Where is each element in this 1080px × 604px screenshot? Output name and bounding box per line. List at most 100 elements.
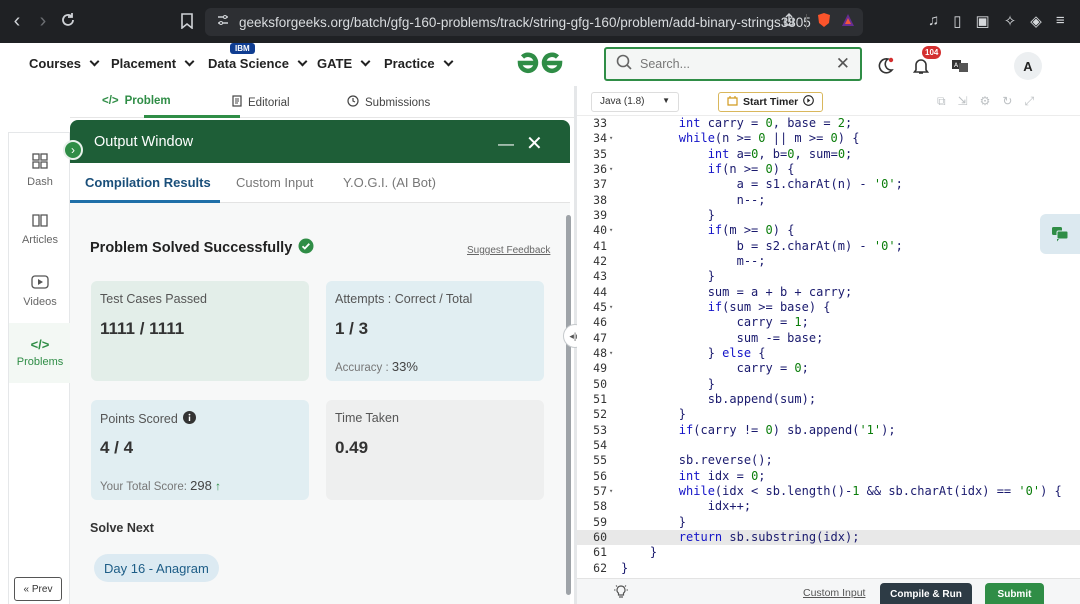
collapse-toggle-icon[interactable]: › xyxy=(63,140,83,160)
code-line[interactable]: 45 ▾ if(sum >= base) { xyxy=(577,300,1080,315)
forward-icon[interactable]: › xyxy=(30,10,56,33)
code-line[interactable]: 60 return sb.substring(idx); xyxy=(577,529,1080,546)
total-score-value: 298 xyxy=(190,478,212,493)
code-editor[interactable]: 33 int carry = 0, base = 2; 34 ▾ while(n >… xyxy=(577,116,1080,578)
search-input[interactable]: Search... ✕ xyxy=(604,47,862,81)
code-line[interactable]: 55 sb.reverse(); xyxy=(577,453,1080,468)
fold-arrow-icon[interactable]: ▾ xyxy=(609,131,613,146)
next-problem-chip[interactable]: Day 16 - Anagram xyxy=(94,554,219,582)
fold-arrow-icon[interactable]: ▾ xyxy=(609,346,613,361)
gfg-logo[interactable] xyxy=(512,47,568,84)
code-line[interactable]: 36 ▾ if(n >= 0) { xyxy=(577,162,1080,177)
code-line[interactable]: 34 ▾ while(n >= 0 || m >= 0) { xyxy=(577,131,1080,146)
tab-compilation-results[interactable]: Compilation Results xyxy=(85,175,211,190)
code-line[interactable]: 44 sum = a + b + carry; xyxy=(577,285,1080,300)
music-icon[interactable]: ♫ xyxy=(928,12,939,30)
site-settings-icon[interactable] xyxy=(217,13,229,31)
code-line[interactable]: 51 sb.append(sum); xyxy=(577,392,1080,407)
sidebar-toggle-icon[interactable]: ▯ xyxy=(953,12,961,30)
sidebar-item-dash[interactable]: Dash xyxy=(9,153,71,188)
menu-gate[interactable]: GATE xyxy=(317,56,371,71)
sidebar-item-videos[interactable]: Videos xyxy=(9,275,71,308)
code-line[interactable]: 53 if(carry != 0) sb.append('1'); xyxy=(577,423,1080,438)
rewards-triangle-icon[interactable] xyxy=(841,13,855,32)
code-line[interactable]: 40 ▾ if(m >= 0) { xyxy=(577,223,1080,238)
chat-icon[interactable] xyxy=(1040,214,1080,254)
prev-button[interactable]: « Prev xyxy=(14,577,62,601)
menu-data-science[interactable]: Data Science xyxy=(208,56,308,71)
close-icon[interactable]: ✕ xyxy=(526,131,543,156)
leo-ai-icon[interactable]: ✧ xyxy=(1004,12,1017,30)
tab-submissions[interactable]: Submissions xyxy=(347,95,430,110)
code-line[interactable]: 43 } xyxy=(577,269,1080,284)
language-select[interactable]: Java (1.8) ▼ xyxy=(591,92,679,112)
attempts-card: Attempts : Correct / Total 1 / 3 Accurac… xyxy=(326,281,544,381)
address-bar[interactable]: geeksforgeeks.org/batch/gfg-160-problems… xyxy=(205,8,863,36)
output-window-header: Output Window — ✕ xyxy=(70,120,570,163)
fullscreen-icon[interactable]: ⤢ xyxy=(1024,94,1034,109)
output-scrollbar[interactable] xyxy=(566,215,571,595)
lightbulb-icon[interactable] xyxy=(613,584,629,603)
solve-next-heading: Solve Next xyxy=(90,521,154,535)
vpn-icon[interactable]: ◈ xyxy=(1030,12,1042,30)
suggest-feedback-link[interactable]: Suggest Feedback xyxy=(467,245,550,256)
custom-input-link[interactable]: Custom Input xyxy=(803,587,865,599)
menu-practice[interactable]: Practice xyxy=(384,56,454,71)
code-line[interactable]: 62} xyxy=(577,561,1080,576)
gear-icon[interactable]: ⚙ xyxy=(980,94,991,109)
wallet-icon[interactable]: ▣ xyxy=(976,12,990,30)
code-line[interactable]: 52 } xyxy=(577,407,1080,422)
import-icon[interactable]: ⇲ xyxy=(958,94,968,109)
info-icon[interactable] xyxy=(182,411,196,427)
code-line[interactable]: 56 int idx = 0; xyxy=(577,469,1080,484)
fold-arrow-icon[interactable]: ▾ xyxy=(609,162,613,177)
dark-mode-icon[interactable] xyxy=(871,52,899,80)
code-line[interactable]: 37 a = s1.charAt(n) - '0'; xyxy=(577,177,1080,192)
reload-icon[interactable] xyxy=(60,12,76,33)
start-timer-button[interactable]: Start Timer xyxy=(718,92,824,112)
code-line[interactable]: 33 int carry = 0, base = 2; xyxy=(577,116,1080,131)
code-line[interactable]: 39 } xyxy=(577,208,1080,223)
translate-icon[interactable]: A xyxy=(946,52,974,80)
sidebar-item-articles[interactable]: Articles xyxy=(9,213,71,246)
brave-shield-icon[interactable] xyxy=(817,12,831,33)
code-line[interactable]: 41 b = s2.charAt(m) - '0'; xyxy=(577,239,1080,254)
code-line[interactable]: 47 sum -= base; xyxy=(577,331,1080,346)
close-icon[interactable]: ✕ xyxy=(836,54,850,74)
compile-run-button[interactable]: Compile & Run xyxy=(880,583,972,604)
fold-arrow-icon[interactable]: ▾ xyxy=(609,484,613,499)
line-number: 33 xyxy=(593,116,607,130)
reset-icon[interactable]: ↻ xyxy=(1002,94,1012,109)
copy-icon[interactable]: ⧉ xyxy=(937,94,946,109)
code-line[interactable]: 38 n--; xyxy=(577,193,1080,208)
minimize-icon[interactable]: — xyxy=(498,136,514,154)
code-text: while(n >= 0 || m >= 0) { xyxy=(678,131,860,146)
avatar[interactable]: A xyxy=(1014,52,1042,80)
code-text: } xyxy=(621,207,715,222)
tab-custom-input[interactable]: Custom Input xyxy=(236,175,313,190)
menu-placement[interactable]: Placement xyxy=(111,56,195,71)
code-line[interactable]: 49 carry = 0; xyxy=(577,361,1080,376)
tab-yogi-ai-bot[interactable]: Y.O.G.I. (AI Bot) xyxy=(343,175,436,190)
code-line[interactable]: 46 carry = 1; xyxy=(577,315,1080,330)
submit-button[interactable]: Submit xyxy=(985,583,1044,604)
bookmark-icon[interactable] xyxy=(181,13,193,34)
code-line[interactable]: 35 int a=0, b=0, sum=0; xyxy=(577,147,1080,162)
back-icon[interactable]: ‹ xyxy=(4,10,30,33)
menu-courses[interactable]: Courses xyxy=(29,56,100,71)
menu-icon[interactable]: ≡ xyxy=(1056,12,1065,30)
code-line[interactable]: 61 } xyxy=(577,545,1080,560)
code-line[interactable]: 57 ▾ while(idx < sb.length()-1 && sb.char… xyxy=(577,484,1080,499)
code-line[interactable]: 50 } xyxy=(577,377,1080,392)
fold-arrow-icon[interactable]: ▾ xyxy=(609,223,613,238)
code-line[interactable]: 58 idx++; xyxy=(577,499,1080,514)
code-line[interactable]: 59 } xyxy=(577,515,1080,530)
share-icon[interactable] xyxy=(782,12,796,32)
code-line[interactable]: 42 m--; xyxy=(577,254,1080,269)
fold-arrow-icon[interactable]: ▾ xyxy=(609,300,613,315)
tab-problem[interactable]: </> Problem xyxy=(102,95,171,107)
tab-editorial[interactable]: Editorial xyxy=(232,95,290,110)
sidebar-item-problems[interactable]: </> Problems xyxy=(9,323,71,383)
code-line[interactable]: 54 xyxy=(577,438,1080,453)
code-line[interactable]: 48 ▾ } else { xyxy=(577,346,1080,361)
